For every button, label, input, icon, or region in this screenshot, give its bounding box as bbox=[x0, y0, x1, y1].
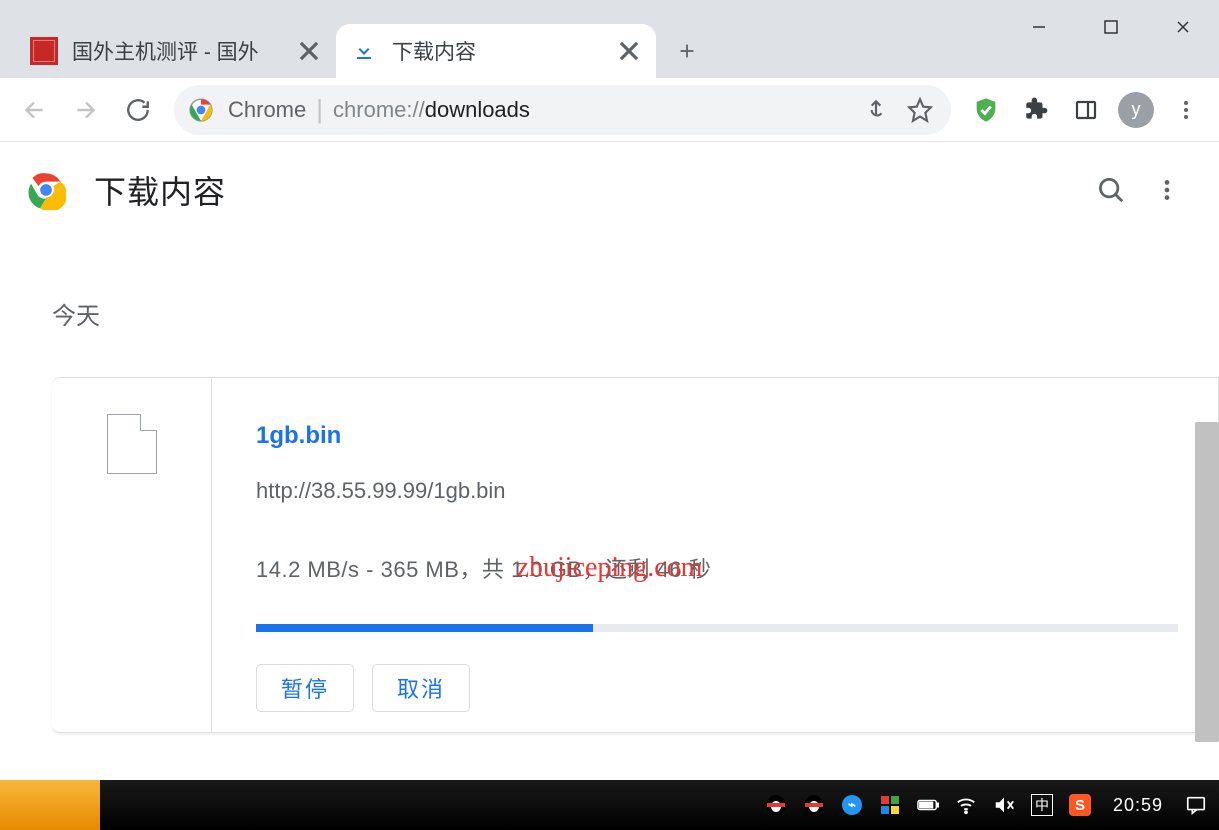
windows-taskbar: ⌁ 中 S 20:59 bbox=[0, 780, 1219, 830]
favicon-icon bbox=[30, 37, 58, 65]
system-tray: ⌁ 中 S 20:59 bbox=[753, 794, 1219, 816]
downloads-menu-button[interactable] bbox=[1139, 162, 1195, 218]
tab-inactive[interactable]: 国外主机测评 - 国外 bbox=[16, 24, 336, 78]
chrome-logo-icon bbox=[26, 170, 66, 210]
close-tab-button[interactable] bbox=[296, 38, 322, 64]
color-tray-icon[interactable] bbox=[879, 794, 901, 816]
share-button[interactable] bbox=[859, 93, 893, 127]
download-filename[interactable]: 1gb.bin bbox=[256, 422, 1178, 450]
pause-button[interactable]: 暂停 bbox=[256, 664, 354, 712]
extensions-button[interactable] bbox=[1011, 85, 1061, 135]
section-label: 今天 bbox=[0, 238, 1219, 341]
file-icon bbox=[107, 414, 157, 474]
site-info-icon[interactable] bbox=[188, 97, 214, 123]
close-tab-button[interactable] bbox=[616, 38, 642, 64]
forward-button[interactable] bbox=[60, 84, 112, 136]
taskbar-clock[interactable]: 20:59 bbox=[1107, 795, 1169, 816]
ime-indicator[interactable]: 中 bbox=[1031, 794, 1053, 816]
cancel-button[interactable]: 取消 bbox=[372, 664, 470, 712]
scrollbar[interactable] bbox=[1195, 422, 1219, 780]
download-progress-fill bbox=[256, 624, 593, 632]
download-progress-bar bbox=[256, 624, 1178, 632]
side-panel-button[interactable] bbox=[1061, 85, 1111, 135]
search-downloads-button[interactable] bbox=[1083, 162, 1139, 218]
window-minimize-button[interactable] bbox=[1003, 0, 1075, 54]
bluetooth-tray-icon[interactable]: ⌁ bbox=[841, 794, 863, 816]
sogou-ime-icon[interactable]: S bbox=[1069, 794, 1091, 816]
download-item: 1gb.bin http://38.55.99.99/1gb.bin 14.2 … bbox=[52, 377, 1219, 733]
url-prefix: Chrome bbox=[228, 97, 306, 123]
chrome-menu-button[interactable] bbox=[1161, 85, 1211, 135]
tab-title: 国外主机测评 - 国外 bbox=[72, 36, 288, 66]
download-status: 14.2 MB/s - 365 MB，共 1.0 GB，还剩 46 秒 bbox=[256, 552, 1178, 584]
browser-toolbar: Chrome | chrome://downloads y bbox=[0, 78, 1219, 142]
back-button[interactable] bbox=[8, 84, 60, 136]
tab-active[interactable]: 下载内容 bbox=[336, 24, 656, 78]
action-center-icon[interactable] bbox=[1185, 794, 1207, 816]
window-close-button[interactable] bbox=[1147, 0, 1219, 54]
page-title: 下载内容 bbox=[94, 167, 226, 213]
qq-tray-icon[interactable] bbox=[765, 794, 787, 816]
download-icon bbox=[350, 37, 378, 65]
battery-tray-icon[interactable] bbox=[917, 794, 939, 816]
download-url[interactable]: http://38.55.99.99/1gb.bin bbox=[256, 478, 1178, 504]
url-text: chrome://downloads bbox=[333, 97, 530, 123]
new-tab-button[interactable] bbox=[664, 28, 710, 74]
window-maximize-button[interactable] bbox=[1075, 0, 1147, 54]
avatar: y bbox=[1118, 92, 1154, 128]
qq-tray-icon-2[interactable] bbox=[803, 794, 825, 816]
page-header: 下载内容 bbox=[0, 142, 1219, 238]
downloads-page: 下载内容 今天 zhujiceping.com 1gb.bin http://3… bbox=[0, 142, 1219, 780]
tab-title: 下载内容 bbox=[392, 36, 608, 66]
taskbar-active-window[interactable] bbox=[0, 780, 100, 830]
reload-button[interactable] bbox=[112, 84, 164, 136]
scrollbar-thumb[interactable] bbox=[1195, 422, 1219, 742]
profile-button[interactable]: y bbox=[1111, 85, 1161, 135]
bookmark-star-button[interactable] bbox=[903, 93, 937, 127]
wifi-tray-icon[interactable] bbox=[955, 794, 977, 816]
adguard-extension-icon[interactable] bbox=[961, 85, 1011, 135]
volume-tray-icon[interactable] bbox=[993, 794, 1015, 816]
address-bar[interactable]: Chrome | chrome://downloads bbox=[174, 85, 951, 135]
